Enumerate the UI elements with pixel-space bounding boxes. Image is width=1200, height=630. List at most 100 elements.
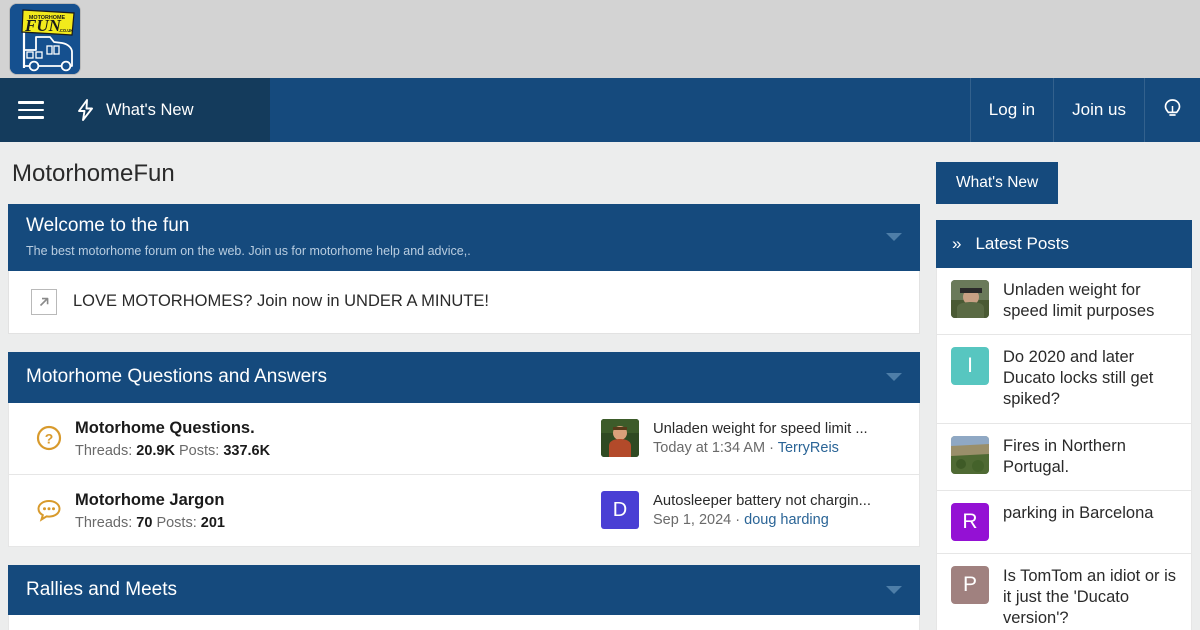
threads-count: 70 — [136, 515, 153, 532]
threads-label: Threads: — [75, 443, 133, 460]
last-post-sub: Sep 1, 2024 · doug harding — [653, 512, 871, 528]
page-title: MotorhomeFun — [12, 160, 175, 187]
avatar-photo — [601, 419, 639, 458]
chevron-down-icon[interactable] — [886, 373, 902, 382]
forum-info: Motorhome Jargon Threads: 70 Posts: 201 — [71, 489, 601, 531]
forum-stats: Threads: 70 Posts: 201 — [75, 515, 601, 531]
last-post-user-link[interactable]: TerryReis — [778, 440, 839, 456]
join-us-button[interactable]: Join us — [1053, 78, 1144, 142]
posts-count: 337.6K — [223, 443, 271, 460]
latest-posts-block: » Latest Posts Unladen weight for speed … — [936, 220, 1192, 630]
forum-last-post: D Autosleeper battery not chargin... Sep… — [601, 491, 901, 530]
latest-posts-title: Latest Posts — [975, 234, 1070, 253]
lightbulb-icon — [1164, 99, 1181, 116]
forum-name-link[interactable]: Motorhome Jargon — [75, 489, 601, 511]
site-logo[interactable]: MOTORHOME FUN .CO.UK — [9, 3, 81, 75]
forum-row[interactable]: ? Motorhome Questions. Threads: 20.9K Po… — [8, 402, 920, 475]
last-post-date: Sep 1, 2024 — [653, 511, 732, 528]
list-item[interactable]: Fires in Northern Portugal. — [936, 423, 1192, 491]
last-post-meta: Autosleeper battery not chargin... Sep 1… — [653, 493, 871, 528]
nav-whats-new-label: What's New — [106, 100, 194, 119]
join-promo-text: LOVE MOTORHOMES? Join now in UNDER A MIN… — [73, 292, 489, 311]
last-post-date: Today at 1:34 AM — [653, 439, 766, 456]
avatar-photo — [951, 435, 989, 474]
list-item-title: Do 2020 and later Ducato locks still get… — [1003, 348, 1154, 409]
section-header: Rallies and Meets — [8, 564, 920, 616]
posts-label: Posts: — [179, 443, 220, 460]
svg-text:?: ? — [45, 431, 54, 447]
chevron-down-icon[interactable] — [886, 585, 902, 594]
nav-whats-new[interactable]: What's New — [62, 78, 208, 142]
external-link-icon — [31, 288, 57, 315]
section-title: Motorhome Questions and Answers — [26, 365, 327, 387]
threads-count: 20.9K — [136, 443, 175, 460]
lightbulb-button[interactable] — [1144, 78, 1200, 142]
comment-dots-icon — [27, 496, 71, 524]
last-post-sub: Today at 1:34 AM · TerryReis — [653, 440, 868, 456]
welcome-title: Welcome to the fun — [26, 215, 190, 236]
main-column: MotorhomeFun Welcome to the fun The best… — [0, 142, 928, 630]
avatar-letter: D — [612, 498, 628, 521]
forum-info: Motorhome Questions. Threads: 20.9K Post… — [71, 417, 601, 459]
avatar-letter: P — [962, 572, 977, 596]
bolt-icon — [76, 99, 95, 121]
page-body: MotorhomeFun Welcome to the fun The best… — [0, 142, 1200, 630]
avatar[interactable]: I — [951, 347, 989, 386]
latest-posts-header: » Latest Posts — [936, 220, 1192, 268]
list-item[interactable]: R parking in Barcelona — [936, 490, 1192, 554]
list-item-title: Fires in Northern Portugal. — [1003, 436, 1126, 476]
join-promo-row[interactable]: LOVE MOTORHOMES? Join now in UNDER A MIN… — [8, 270, 920, 334]
list-item[interactable]: I Do 2020 and later Ducato locks still g… — [936, 335, 1192, 424]
forum-row[interactable]: Motorhome Jargon Threads: 70 Posts: 201 … — [8, 474, 920, 547]
welcome-subtitle: The best motorhome forum on the web. Joi… — [26, 243, 471, 258]
main-navbar: What's New Log in Join us — [0, 78, 1200, 142]
posts-count: 201 — [200, 515, 225, 532]
avatar[interactable]: R — [951, 502, 989, 541]
last-post-meta: Unladen weight for speed limit ... Today… — [653, 421, 868, 456]
list-item[interactable]: P Is TomTom an idiot or is it just the '… — [936, 553, 1192, 630]
list-item-title: Unladen weight for speed limit purposes — [1003, 281, 1155, 321]
list-item-title: parking in Barcelona — [1003, 503, 1154, 522]
login-button[interactable]: Log in — [969, 78, 1053, 142]
forum-name-link[interactable]: Motorhome Questions. — [75, 417, 601, 439]
forum-row[interactable]: Rally Planning, Discussion and Chat — [8, 615, 920, 630]
avatar[interactable]: D — [601, 491, 639, 530]
hamburger-menu-icon[interactable] — [0, 78, 62, 142]
avatar-photo — [951, 280, 989, 318]
list-item[interactable]: Unladen weight for speed limit purposes — [936, 268, 1192, 336]
last-post-title[interactable]: Autosleeper battery not chargin... — [653, 493, 871, 509]
avatar[interactable] — [601, 419, 639, 458]
svg-text:.CO.UK: .CO.UK — [59, 28, 74, 33]
welcome-block: Welcome to the fun The best motorhome fo… — [8, 204, 920, 334]
logo-strip: MOTORHOME FUN .CO.UK — [0, 0, 1200, 78]
avatar-letter: I — [967, 354, 973, 378]
navbar-right-group: Log in Join us — [969, 78, 1200, 142]
welcome-block-header: Welcome to the fun The best motorhome fo… — [8, 204, 920, 271]
avatar[interactable] — [951, 280, 989, 318]
question-circle-icon: ? — [27, 424, 71, 452]
navbar-left-group: What's New — [0, 78, 270, 142]
double-chevron-right-icon: » — [952, 234, 962, 253]
section-header: Motorhome Questions and Answers — [8, 351, 920, 403]
last-post-title[interactable]: Unladen weight for speed limit ... — [653, 421, 868, 437]
section-title: Rallies and Meets — [26, 578, 178, 600]
avatar-letter: R — [962, 509, 978, 533]
separator: · — [769, 439, 774, 456]
list-item-title: Is TomTom an idiot or is it just the 'Du… — [1003, 566, 1177, 627]
avatar[interactable]: P — [951, 565, 989, 604]
svg-text:FUN: FUN — [24, 16, 62, 35]
forum-section-rallies: Rallies and Meets Rally Planning, Discus… — [8, 564, 920, 630]
sidebar: What's New » Latest Posts Unladen weight… — [928, 142, 1200, 630]
navbar-spacer — [270, 78, 970, 142]
logo-graphic: MOTORHOME FUN .CO.UK — [10, 4, 80, 74]
avatar[interactable] — [951, 435, 989, 474]
separator: · — [735, 511, 741, 528]
forum-section-questions: Motorhome Questions and Answers ? Motorh… — [8, 351, 920, 547]
chevron-down-icon[interactable] — [886, 233, 902, 242]
threads-label: Threads: — [75, 515, 133, 532]
forum-last-post: Unladen weight for speed limit ... Today… — [601, 419, 901, 458]
last-post-user-link[interactable]: doug harding — [744, 512, 829, 528]
sidebar-whats-new-button[interactable]: What's New — [936, 162, 1059, 204]
posts-label: Posts: — [156, 515, 197, 532]
forum-stats: Threads: 20.9K Posts: 337.6K — [75, 443, 601, 459]
